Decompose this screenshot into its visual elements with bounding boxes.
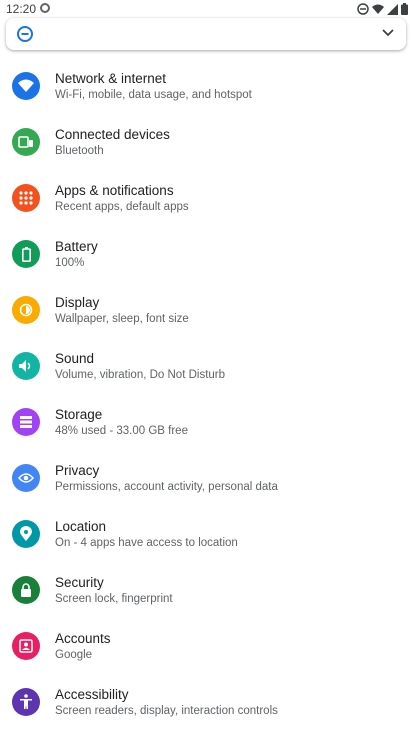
sync-icon <box>40 3 50 13</box>
settings-item-sound[interactable]: Sound Volume, vibration, Do Not Disturb <box>0 338 412 394</box>
settings-item-subtitle: On - 4 apps have access to location <box>55 537 238 549</box>
settings-item-subtitle: Google <box>55 649 93 661</box>
settings-item-subtitle: 100% <box>55 257 85 269</box>
lock-icon <box>12 576 40 604</box>
settings-item-title: Location <box>55 519 107 534</box>
wifi-icon <box>372 4 384 14</box>
settings-item-title: Connected devices <box>55 127 170 142</box>
minus-circle-icon[interactable] <box>16 25 34 43</box>
eye-icon <box>12 464 40 492</box>
settings-item-title: Display <box>55 295 100 310</box>
settings-item-privacy[interactable]: Privacy Permissions, account activity, p… <box>0 450 412 506</box>
volume-icon <box>12 352 40 380</box>
settings-item-title: Apps & notifications <box>55 183 174 198</box>
settings-item-subtitle: Screen lock, fingerprint <box>55 593 173 605</box>
settings-item-title: Storage <box>55 407 103 422</box>
settings-item-title: Battery <box>55 239 98 254</box>
settings-item-title: Accessibility <box>55 687 129 702</box>
settings-item-subtitle: Permissions, account activity, personal … <box>55 481 278 493</box>
settings-list: Network & internet Wi-Fi, mobile, data u… <box>0 58 412 730</box>
settings-item-title: Accounts <box>55 631 111 646</box>
settings-item-subtitle: Screen readers, display, interaction con… <box>55 705 278 717</box>
settings-item-subtitle: 48% used - 33.00 GB free <box>55 425 188 437</box>
settings-item-title: Sound <box>55 351 95 366</box>
accessibility-icon <box>12 688 40 716</box>
settings-item-subtitle: Volume, vibration, Do Not Disturb <box>55 369 226 381</box>
brightness-icon <box>12 296 40 324</box>
settings-item-accounts[interactable]: Accounts Google <box>0 618 412 674</box>
settings-item-subtitle: Wallpaper, sleep, font size <box>55 313 189 325</box>
settings-item-display[interactable]: Display Wallpaper, sleep, font size <box>0 282 412 338</box>
devices-icon <box>12 128 40 156</box>
settings-item-location[interactable]: Location On - 4 apps have access to loca… <box>0 506 412 562</box>
signal-icon <box>387 3 398 15</box>
settings-item-title: Privacy <box>55 463 100 478</box>
settings-item-title: Security <box>55 575 104 590</box>
settings-item-storage[interactable]: Storage 48% used - 33.00 GB free <box>0 394 412 450</box>
battery-icon <box>12 240 40 268</box>
settings-item-subtitle: Bluetooth <box>55 145 104 157</box>
settings-item-network[interactable]: Network & internet Wi-Fi, mobile, data u… <box>0 58 412 114</box>
do-not-disturb-icon <box>357 3 369 15</box>
account-icon <box>12 632 40 660</box>
location-pin-icon <box>12 520 40 548</box>
settings-item-connected-devices[interactable]: Connected devices Bluetooth <box>0 114 412 170</box>
search-bar[interactable] <box>6 18 406 50</box>
settings-item-accessibility[interactable]: Accessibility Screen readers, display, i… <box>0 674 412 730</box>
settings-item-apps[interactable]: Apps & notifications Recent apps, defaul… <box>0 170 412 226</box>
settings-item-battery[interactable]: Battery 100% <box>0 226 412 282</box>
settings-item-title: Network & internet <box>55 71 167 86</box>
status-icons <box>357 2 408 16</box>
settings-item-subtitle: Wi-Fi, mobile, data usage, and hotspot <box>55 89 252 101</box>
settings-item-security[interactable]: Security Screen lock, fingerprint <box>0 562 412 618</box>
chevron-down-icon[interactable] <box>382 29 394 37</box>
status-time: 12:20 <box>6 2 37 16</box>
wifi-icon <box>12 72 40 100</box>
settings-item-subtitle: Recent apps, default apps <box>55 201 189 213</box>
apps-grid-icon <box>12 184 40 212</box>
storage-icon <box>12 408 40 436</box>
battery-icon <box>401 3 408 15</box>
status-bar: 12:20 <box>0 0 412 18</box>
